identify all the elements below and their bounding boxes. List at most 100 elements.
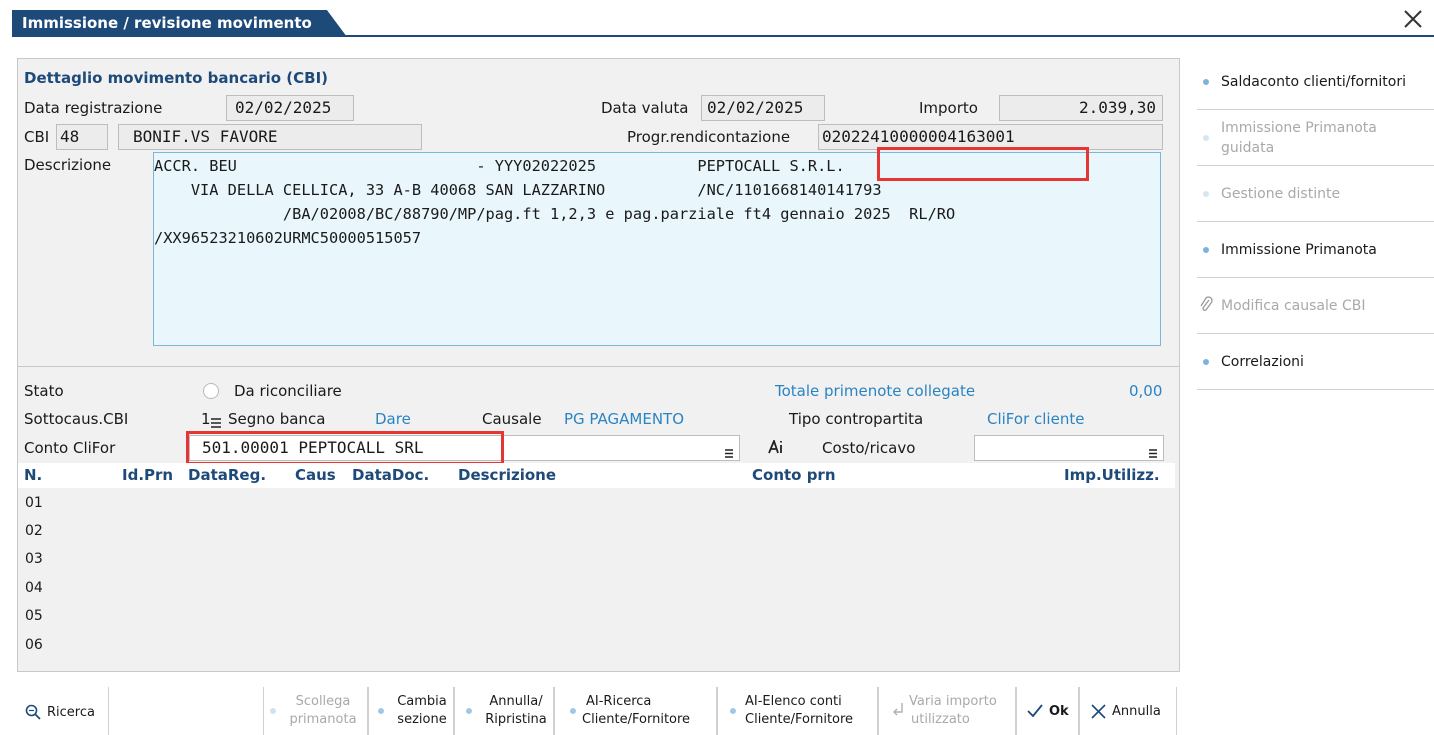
- divider: [18, 366, 1179, 367]
- bullet-icon: [730, 708, 736, 714]
- data-valuta-value: 02/02/2025: [707, 98, 804, 117]
- list-icon[interactable]: [1149, 444, 1157, 458]
- sidebar-item-saldaconto[interactable]: Saldaconto clienti/fornitori: [1197, 54, 1434, 110]
- paperclip-icon: [1199, 296, 1213, 314]
- causale-label: Causale: [482, 410, 542, 428]
- tipo-value: CliFor cliente: [987, 410, 1085, 428]
- cambia-sezione-button[interactable]: Cambia sezione: [368, 687, 454, 735]
- table-row[interactable]: 01: [25, 495, 43, 511]
- table-row[interactable]: 06: [25, 637, 43, 653]
- detail-panel: Dettaglio movimento bancario (CBI) Data …: [17, 58, 1180, 672]
- data-valuta-field[interactable]: 02/02/2025: [701, 95, 825, 121]
- sidebar-item-label: Modifica causale CBI: [1221, 298, 1366, 314]
- list-icon[interactable]: [725, 444, 733, 458]
- col-conto-prn: Conto prn: [752, 466, 836, 484]
- stato-radio[interactable]: [203, 383, 219, 399]
- sidebar-item-gestione-distinte[interactable]: Gestione distinte: [1197, 166, 1434, 222]
- ai-elenco-conti-button[interactable]: AI-Elenco conti Cliente/Fornitore: [717, 687, 878, 735]
- descrizione-line-3: /BA/02008/BC/88790/MP/pag.ft 1,2,3 e pag…: [154, 205, 956, 223]
- cbi-code-field[interactable]: 48: [56, 124, 108, 150]
- bullet-icon: [270, 708, 276, 714]
- bottom-toolbar: Ricerca Scollega primanota Cambia sezion…: [14, 687, 1434, 735]
- importo-value: 2.039,30: [1078, 98, 1156, 117]
- highlight-box-peptocall: [877, 147, 1089, 181]
- bullet-icon: [1203, 247, 1209, 253]
- totale-label: Totale primenote collegate: [775, 382, 976, 400]
- sidebar-item-label: Saldaconto clienti/fornitori: [1221, 74, 1406, 90]
- causale-value: PG PAGAMENTO: [564, 410, 685, 428]
- cambia-label-2: sezione: [397, 712, 447, 727]
- stato-value: Da riconciliare: [234, 382, 342, 400]
- ai-icon[interactable]: [768, 438, 784, 454]
- varia-importo-button[interactable]: Varia importo utilizzato: [878, 687, 1016, 735]
- ai-ricerca-label-2: Cliente/Fornitore: [582, 712, 691, 727]
- ricerca-button[interactable]: Ricerca: [14, 687, 109, 735]
- list-icon[interactable]: [211, 414, 221, 428]
- ai-ricerca-button[interactable]: AI-Ricerca Cliente/Fornitore: [554, 687, 717, 735]
- table-row[interactable]: 04: [25, 580, 43, 596]
- progr-value: 02022410000004163001: [822, 127, 1015, 146]
- col-n: N.: [24, 466, 43, 484]
- data-registrazione-value: 02/02/2025: [235, 98, 332, 117]
- sidebar-item-primanota-guidata[interactable]: Immissione Primanota guidata: [1197, 110, 1434, 166]
- varia-label-1: Varia importo: [909, 694, 997, 709]
- conto-label: Conto CliFor: [24, 439, 116, 457]
- title-bar: Immissione / revisione movimento: [12, 10, 1434, 37]
- descrizione-line-4: /XX96523210602URMC50000515057: [154, 229, 422, 247]
- sidebar-item-correlazioni[interactable]: Correlazioni: [1197, 334, 1434, 390]
- importo-label: Importo: [919, 99, 978, 117]
- table-row[interactable]: 02: [25, 523, 43, 539]
- annulla-ripristina-label-2: Ripristina: [485, 712, 547, 727]
- window-title: Immissione / revisione movimento: [12, 10, 347, 37]
- tipo-label: Tipo contropartita: [789, 410, 924, 428]
- ok-label: Ok: [1049, 704, 1069, 719]
- importo-field[interactable]: 2.039,30: [999, 95, 1163, 121]
- highlight-box-conto: [186, 431, 504, 465]
- cbi-code-value: 48: [60, 127, 80, 146]
- descrizione-label: Descrizione: [24, 156, 112, 174]
- sottocaus-label: Sottocaus.CBI: [24, 410, 129, 428]
- segno-label: Segno banca: [228, 410, 326, 428]
- sidebar-item-modifica-causale[interactable]: Modifica causale CBI: [1197, 278, 1434, 334]
- descrizione-line-1: ACCR. BEU - YYY02022025 PEPTOCALL S.R.L.: [154, 157, 845, 175]
- descrizione-line-2: VIA DELLA CELLICA, 33 A-B 40068 SAN LAZZ…: [154, 181, 882, 199]
- ai-ricerca-label-1: AI-Ricerca: [586, 694, 652, 709]
- bullet-icon: [1203, 135, 1209, 141]
- segno-value: Dare: [375, 410, 411, 428]
- stato-label: Stato: [24, 382, 64, 400]
- ai-elenco-label-1: AI-Elenco conti: [745, 694, 842, 709]
- annulla-button[interactable]: Annulla: [1079, 687, 1177, 735]
- col-descrizione: Descrizione: [458, 466, 557, 484]
- sottocaus-value[interactable]: 1: [201, 410, 211, 428]
- progr-label: Progr.rendicontazione: [627, 128, 791, 146]
- ai-elenco-label-2: Cliente/Fornitore: [745, 712, 854, 727]
- annulla-ripristina-button[interactable]: Annulla/ Ripristina: [454, 687, 554, 735]
- bullet-icon: [378, 708, 384, 714]
- bullet-icon: [1203, 79, 1209, 85]
- table-row[interactable]: 05: [25, 608, 43, 624]
- sidebar-item-label: Immissione Primanota guidata: [1221, 120, 1377, 156]
- costo-label: Costo/ricavo: [822, 439, 916, 457]
- data-registrazione-label: Data registrazione: [24, 99, 163, 117]
- close-icon[interactable]: [1400, 6, 1426, 32]
- checkmark-icon: [1026, 703, 1044, 719]
- scollega-primanota-button[interactable]: Scollega primanota: [263, 687, 368, 735]
- ok-button[interactable]: Ok: [1016, 687, 1079, 735]
- sidebar-item-immissione-primanota[interactable]: Immissione Primanota: [1197, 222, 1434, 278]
- data-registrazione-field[interactable]: 02/02/2025: [226, 95, 354, 121]
- col-caus: Caus: [295, 466, 336, 484]
- col-datadoc: DataDoc.: [352, 466, 430, 484]
- search-icon: [25, 704, 41, 720]
- bullet-icon: [1203, 191, 1209, 197]
- sidebar-item-label: Immissione Primanota: [1221, 242, 1377, 258]
- scollega-label-1: Scollega: [295, 694, 351, 709]
- cbi-desc-field: BONIF.VS FAVORE: [118, 124, 422, 150]
- sidebar-item-label: Correlazioni: [1221, 354, 1304, 370]
- table-row[interactable]: 03: [25, 551, 43, 567]
- ricerca-label: Ricerca: [47, 705, 95, 720]
- bullet-icon: [570, 708, 576, 714]
- return-arrow-icon: [891, 702, 905, 718]
- descrizione-textarea[interactable]: ACCR. BEU - YYY02022025 PEPTOCALL S.R.L.…: [153, 152, 1161, 346]
- costo-ricavo-field[interactable]: [974, 435, 1164, 461]
- cambia-label-1: Cambia: [397, 694, 447, 709]
